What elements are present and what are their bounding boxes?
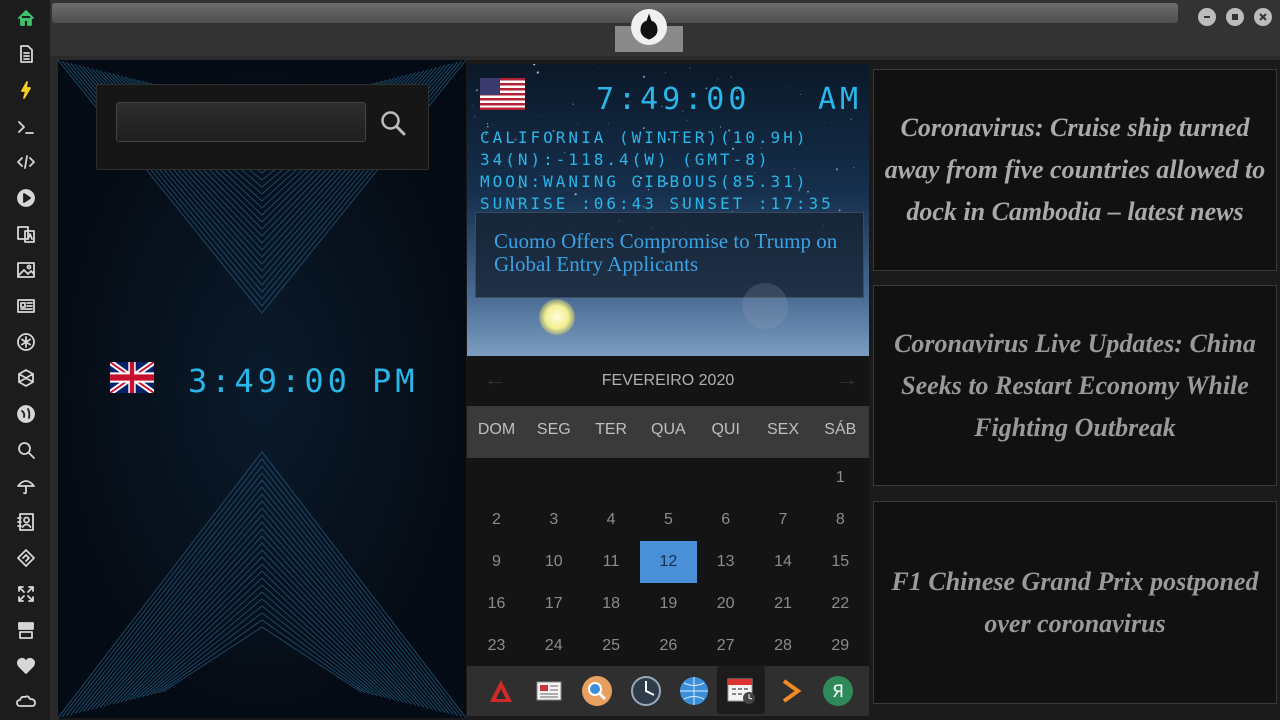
calendar-day[interactable]: 2 xyxy=(468,499,525,541)
calendar-day[interactable]: 26 xyxy=(640,625,697,667)
search-icon[interactable] xyxy=(13,438,39,462)
cloud-icon[interactable] xyxy=(13,690,39,714)
news-title: Coronavirus Live Updates: China Seeks to… xyxy=(894,328,1256,442)
news-card[interactable]: Coronavirus: Cruise ship turned away fro… xyxy=(873,69,1277,271)
app-launcher-icon[interactable] xyxy=(479,670,523,712)
uk-clock-time: 3:49:00 xyxy=(188,362,351,400)
address-bar[interactable] xyxy=(52,3,1178,23)
weather-location: CALIFORNIA (WINTER)(10.9H) xyxy=(480,128,809,147)
expand-icon[interactable] xyxy=(13,582,39,606)
calendar-day[interactable]: 21 xyxy=(755,583,812,625)
magnifier-icon xyxy=(381,111,406,136)
calendar-day[interactable]: 23 xyxy=(468,625,525,667)
calendar-day[interactable]: 7 xyxy=(755,499,812,541)
home-icon[interactable] xyxy=(13,6,39,30)
headline-text[interactable]: Cuomo Offers Compromise to Trump on Glob… xyxy=(494,230,854,276)
weekday-label: SEX xyxy=(766,421,799,438)
news-card[interactable]: Coronavirus Live Updates: China Seeks to… xyxy=(873,285,1277,486)
uk-clock-ampm: PM xyxy=(372,362,419,400)
weekday-label: TER xyxy=(595,421,628,438)
weekday-label: QUI xyxy=(711,421,740,438)
calendar-day[interactable]: 18 xyxy=(583,583,640,625)
clock-app-icon[interactable] xyxy=(624,670,668,712)
us-flag-icon xyxy=(480,78,525,110)
sun-icon xyxy=(539,299,575,335)
calendar-day[interactable]: 4 xyxy=(583,499,640,541)
contacts-icon[interactable] xyxy=(13,510,39,534)
calendar-day[interactable]: 5 xyxy=(640,499,697,541)
browser-icon[interactable] xyxy=(672,670,716,712)
calendar-day[interactable]: 29 xyxy=(812,625,869,667)
calendar-day[interactable]: 24 xyxy=(525,625,582,667)
calendar-day[interactable]: 19 xyxy=(640,583,697,625)
translate-icon[interactable] xyxy=(13,222,39,246)
globe-icon[interactable] xyxy=(13,402,39,426)
calendar-day[interactable]: 14 xyxy=(755,541,812,583)
calendar-day[interactable]: 20 xyxy=(697,583,754,625)
play-icon[interactable] xyxy=(13,186,39,210)
newspaper-icon[interactable] xyxy=(13,294,39,318)
maximize-button[interactable] xyxy=(1226,8,1244,26)
close-button[interactable] xyxy=(1254,8,1272,26)
weekday-label: DOM xyxy=(477,421,516,438)
heart-icon[interactable] xyxy=(13,654,39,678)
uk-flag-icon xyxy=(110,362,154,393)
calendar-day[interactable]: 10 xyxy=(525,541,582,583)
weekday-label: QUA xyxy=(651,421,686,438)
calendar-day[interactable]: 28 xyxy=(755,625,812,667)
calendar-day[interactable]: 27 xyxy=(697,625,754,667)
code-icon[interactable] xyxy=(13,150,39,174)
search-app-icon[interactable] xyxy=(575,670,619,712)
calendar-day[interactable]: 16 xyxy=(468,583,525,625)
lightning-icon[interactable] xyxy=(13,78,39,102)
sunrise-sunset: SUNRISE_:06:43 SUNSET_:17:35 xyxy=(480,194,834,213)
calendar-day-today[interactable]: 12 xyxy=(639,541,697,583)
calendar-day[interactable]: 15 xyxy=(812,541,869,583)
arrow-app-icon[interactable] xyxy=(768,670,812,712)
yandex-icon[interactable]: Я xyxy=(816,670,860,712)
calendar-day[interactable]: 22 xyxy=(812,583,869,625)
terminal-icon[interactable] xyxy=(13,115,39,139)
svg-text:Я: Я xyxy=(832,682,844,702)
next-month-button[interactable]: → xyxy=(836,366,858,392)
us-clock-ampm: AM xyxy=(818,82,863,117)
calendar-day[interactable]: 17 xyxy=(525,583,582,625)
calendar-day[interactable]: 11 xyxy=(583,541,640,583)
minimize-button[interactable] xyxy=(1198,8,1216,26)
hexagon-icon[interactable] xyxy=(13,366,39,390)
calendar-day[interactable]: 25 xyxy=(583,625,640,667)
moon-icon xyxy=(742,283,788,329)
sidebar xyxy=(0,0,50,720)
news-card[interactable]: F1 Chinese Grand Prix postponed over cor… xyxy=(873,501,1277,704)
calendar-day[interactable]: 13 xyxy=(697,541,754,583)
calendar-day[interactable]: 6 xyxy=(697,499,754,541)
calendar-day[interactable]: 9 xyxy=(468,541,525,583)
moon-phase: MOON:WANING GIBBOUS(85.31) xyxy=(480,172,809,191)
news-title: F1 Chinese Grand Prix postponed over cor… xyxy=(891,566,1259,638)
weather-coordinates: 34(N):-118.4(W) (GMT-8) xyxy=(480,150,771,169)
calendar-day[interactable]: 8 xyxy=(812,499,869,541)
calendar-day[interactable]: 1 xyxy=(812,457,869,499)
calendar-icon[interactable] xyxy=(717,666,765,714)
document-icon[interactable] xyxy=(13,42,39,66)
image-icon[interactable] xyxy=(13,258,39,282)
rebel-alliance-logo-icon xyxy=(631,9,667,45)
umbrella-icon[interactable] xyxy=(13,474,39,498)
asterisk-icon[interactable] xyxy=(13,330,39,354)
calendar-month: FEVEREIRO 2020 xyxy=(601,372,735,389)
calendar-day[interactable]: 3 xyxy=(525,499,582,541)
search-button[interactable] xyxy=(376,106,410,140)
news-title: Coronavirus: Cruise ship turned away fro… xyxy=(884,113,1266,226)
tag-icon[interactable] xyxy=(13,546,39,570)
weekday-label: SEG xyxy=(536,421,571,438)
us-clock-time: 7:49:00 xyxy=(596,82,751,117)
youtube-icon[interactable] xyxy=(13,618,39,642)
news-reader-icon[interactable] xyxy=(527,670,571,712)
search-input[interactable] xyxy=(116,102,366,142)
weekday-label: SÁB xyxy=(824,421,857,438)
